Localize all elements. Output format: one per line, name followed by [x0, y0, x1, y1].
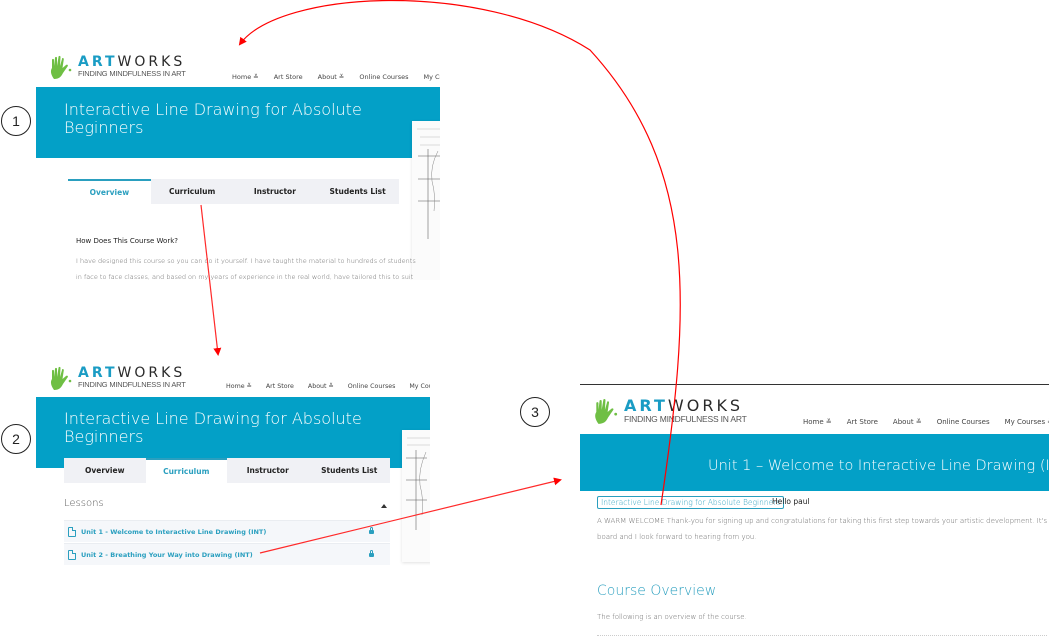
- content-line-2: in face to face classes, and based on my…: [76, 273, 414, 280]
- nav-art-store[interactable]: Art Store: [274, 73, 303, 81]
- course-hero-banner: Interactive Line Drawing for Absolute Be…: [36, 87, 440, 158]
- overview-text: The following is an overview of the cour…: [597, 613, 747, 621]
- logo-title: ARTWORKS: [624, 398, 747, 414]
- nav-my-courses[interactable]: My Courses ≚: [1005, 418, 1049, 426]
- tab-instructor[interactable]: Instructor: [227, 458, 309, 483]
- lesson-row[interactable]: Unit 1 - Welcome to Interactive Line Dra…: [64, 520, 390, 542]
- nav-about[interactable]: About ≚: [893, 418, 922, 426]
- hand-logo-icon: [50, 366, 72, 390]
- course-title-line-1: Interactive Line Drawing for Absolute: [64, 409, 362, 428]
- logo-text: ARTWORKS FINDING MINDFULNESS IN ART: [78, 55, 186, 78]
- step-marker-1: 1: [1, 106, 31, 136]
- course-breadcrumb-link[interactable]: Interactive Line Drawing for Absolute Be…: [597, 496, 785, 509]
- logo-text: ARTWORKS FINDING MINDFULNESS IN ART: [624, 398, 747, 424]
- logo-title: ARTWORKS: [78, 366, 186, 380]
- hand-logo-icon: [50, 55, 72, 79]
- logo-title-art: ART: [78, 365, 118, 381]
- logo-tagline: FINDING MINDFULNESS IN ART: [624, 414, 747, 424]
- nav-online-courses[interactable]: Online Courses: [359, 73, 408, 81]
- lesson-row[interactable]: Unit 2 - Breathing Your Way into Drawing…: [64, 543, 390, 565]
- lesson-title[interactable]: Unit 2 - Breathing Your Way into Drawing…: [81, 551, 253, 559]
- step-marker-3: 3: [520, 397, 550, 427]
- main-nav: Home ≚ Art Store About ≚ Online Courses …: [232, 73, 440, 81]
- lesson-title[interactable]: Unit 1 - Welcome to Interactive Line Dra…: [81, 528, 266, 536]
- brand-logo[interactable]: ARTWORKS FINDING MINDFULNESS IN ART: [592, 398, 747, 426]
- screen-2-curriculum: ARTWORKS FINDING MINDFULNESS IN ART Home…: [36, 362, 430, 617]
- nav-my-courses[interactable]: My Courses: [409, 383, 430, 390]
- screen-1-overview: ARTWORKS FINDING MINDFULNESS IN ART Home…: [36, 50, 440, 280]
- tab-instructor[interactable]: Instructor: [234, 179, 317, 204]
- document-icon: [68, 549, 76, 560]
- content-text: I have designed this course so you can d…: [76, 253, 416, 280]
- nav-online-courses[interactable]: Online Courses: [348, 383, 396, 390]
- content-line-1: I have designed this course so you can d…: [76, 257, 416, 265]
- user-greeting: Hello paul: [772, 497, 810, 506]
- truncated-text-line: [597, 635, 1047, 636]
- logo-title: ARTWORKS: [78, 55, 186, 69]
- tab-overview[interactable]: Overview: [64, 458, 146, 483]
- collapse-lessons-caret-icon[interactable]: [381, 504, 387, 508]
- course-title-line-2: Beginners: [64, 427, 144, 447]
- tab-curriculum[interactable]: Curriculum: [151, 179, 234, 204]
- logo-text: ARTWORKS FINDING MINDFULNESS IN ART: [78, 366, 186, 389]
- logo-title-works: WORKS: [117, 54, 186, 70]
- nav-online-courses[interactable]: Online Courses: [937, 418, 990, 426]
- brand-logo[interactable]: ARTWORKS FINDING MINDFULNESS IN ART: [48, 55, 186, 81]
- course-title: Interactive Line Drawing for Absolute Be…: [64, 100, 362, 138]
- logo-title-art: ART: [78, 54, 118, 70]
- unit-hero-banner: Unit 1 – Welcome to Interactive Line Dra…: [580, 434, 1049, 491]
- nav-home[interactable]: Home ≚: [226, 383, 252, 390]
- hand-logo-icon: [595, 398, 618, 424]
- welcome-line-1: A WARM WELCOME Thank-you for signing up …: [597, 517, 1049, 525]
- logo-title-art: ART: [624, 396, 668, 415]
- nav-art-store[interactable]: Art Store: [266, 383, 294, 390]
- line-drawing-sketch-icon: [417, 128, 440, 239]
- nav-home[interactable]: Home ≚: [232, 73, 259, 81]
- course-tabs: Overview Curriculum Instructor Students …: [64, 458, 390, 483]
- lessons-label: Lessons: [64, 498, 104, 509]
- content-heading: How Does This Course Work?: [76, 237, 178, 245]
- tab-overview[interactable]: Overview: [68, 179, 151, 204]
- nav-home[interactable]: Home ≚: [803, 418, 832, 426]
- step-marker-2: 2: [1, 424, 31, 454]
- brand-logo[interactable]: ARTWORKS FINDING MINDFULNESS IN ART: [48, 366, 186, 392]
- course-tabs: Overview Curriculum Instructor Students …: [68, 179, 399, 204]
- nav-about[interactable]: About ≚: [308, 383, 334, 390]
- nav-about[interactable]: About ≚: [318, 73, 345, 81]
- tab-students-list[interactable]: Students List: [309, 458, 391, 483]
- main-nav: Home ≚ Art Store About ≚ Online Courses …: [803, 418, 1049, 426]
- tab-students-list[interactable]: Students List: [316, 179, 399, 204]
- logo-tagline: FINDING MINDFULNESS IN ART: [78, 380, 186, 389]
- welcome-line-2: board and I look forward to hearing from…: [597, 533, 757, 541]
- course-title-line-1: Interactive Line Drawing for Absolute: [64, 100, 362, 119]
- tab-curriculum[interactable]: Curriculum: [145, 458, 227, 483]
- course-thumbnail: [402, 430, 430, 562]
- logo-title-works: WORKS: [117, 365, 186, 381]
- document-icon: [68, 526, 76, 537]
- welcome-text: A WARM WELCOME Thank-you for signing up …: [597, 513, 1049, 545]
- course-title-line-2: Beginners: [64, 118, 144, 138]
- line-drawing-sketch-icon: [406, 437, 430, 530]
- course-overview-heading: Course Overview: [597, 583, 717, 599]
- lock-icon: [369, 549, 374, 557]
- course-title: Interactive Line Drawing for Absolute Be…: [64, 409, 362, 447]
- unit-title: Unit 1 – Welcome to Interactive Line Dra…: [708, 458, 1049, 474]
- logo-title-works: WORKS: [667, 396, 744, 415]
- course-thumbnail: [412, 121, 440, 280]
- screen-3-unit-page: ARTWORKS FINDING MINDFULNESS IN ART Home…: [580, 385, 1049, 643]
- main-nav: Home ≚ Art Store About ≚ Online Courses …: [226, 383, 430, 390]
- nav-art-store[interactable]: Art Store: [847, 418, 878, 426]
- nav-my-courses[interactable]: My Courses: [424, 73, 441, 81]
- lock-icon: [369, 526, 374, 534]
- logo-tagline: FINDING MINDFULNESS IN ART: [78, 69, 186, 78]
